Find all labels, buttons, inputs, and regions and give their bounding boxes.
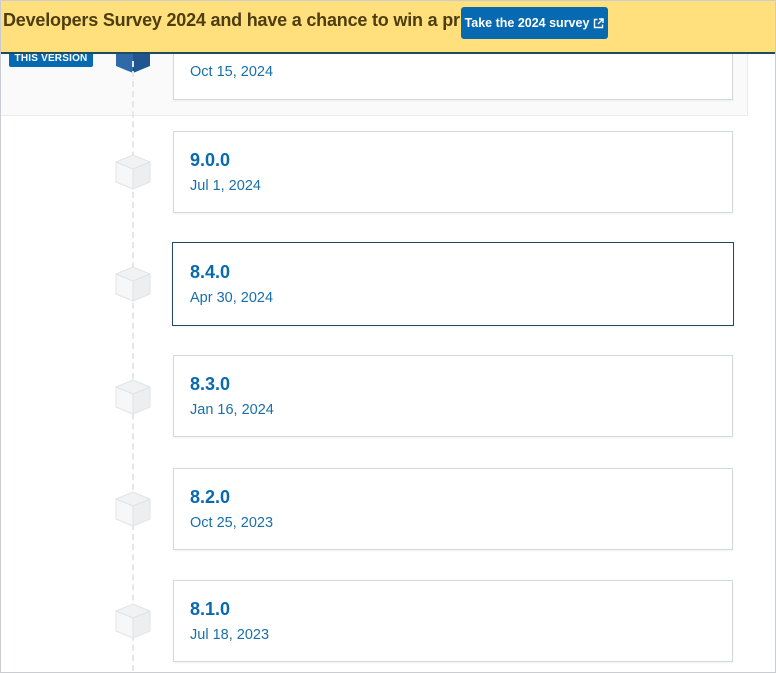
version-card-8-1-0[interactable]: 8.1.0 Jul 18, 2023 [173, 580, 733, 662]
version-card-8-3-0[interactable]: 8.3.0 Jan 16, 2024 [173, 355, 733, 437]
version-card-8-2-0[interactable]: 8.2.0 Oct 25, 2023 [173, 468, 733, 550]
external-link-icon [593, 17, 605, 29]
version-date: Jan 16, 2024 [190, 402, 274, 418]
package-cube-icon [114, 265, 152, 303]
version-date: Jul 1, 2024 [190, 178, 261, 194]
package-cube-icon [114, 153, 152, 191]
version-date: Apr 30, 2024 [190, 290, 274, 306]
package-cube-icon [114, 490, 152, 528]
package-cube-icon [114, 378, 152, 416]
current-version-date: Oct 15, 2024 [190, 64, 274, 80]
version-number[interactable]: 8.4.0 [190, 262, 230, 283]
version-number[interactable]: 8.2.0 [190, 487, 230, 508]
survey-banner: Developers Survey 2024 and have a chance… [1, 1, 775, 54]
take-survey-label: Take the 2024 survey [464, 16, 590, 30]
version-number[interactable]: 8.1.0 [190, 599, 230, 620]
package-cube-icon [114, 602, 152, 640]
version-date: Oct 25, 2023 [190, 515, 274, 531]
version-card-9-0-0[interactable]: 9.0.0 Jul 1, 2024 [173, 131, 733, 213]
survey-banner-text: Developers Survey 2024 and have a chance… [3, 10, 490, 30]
version-card-8-4-0[interactable]: 8.4.0 Apr 30, 2024 [172, 242, 734, 326]
version-history-page: THIS VERSION Oct 15, 2024 9.0.0 Jul 1, 2… [0, 0, 776, 673]
version-number[interactable]: 9.0.0 [190, 150, 230, 171]
version-number[interactable]: 8.3.0 [190, 374, 230, 395]
version-date: Jul 18, 2023 [190, 627, 270, 643]
take-survey-button[interactable]: Take the 2024 survey [461, 7, 608, 39]
